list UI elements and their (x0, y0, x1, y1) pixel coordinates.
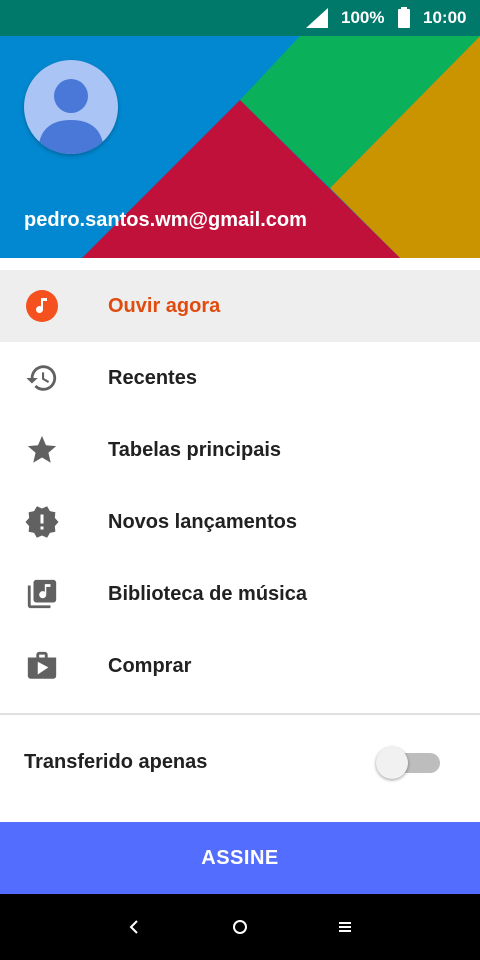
person-icon (38, 79, 104, 154)
menu-item-label: Recentes (108, 366, 197, 389)
menu-item-label: Novos lançamentos (108, 510, 297, 533)
star-icon (24, 432, 60, 468)
shop-icon (24, 648, 60, 684)
menu-item-label: Comprar (108, 654, 192, 677)
downloaded-only-row[interactable]: Transferido apenas (0, 727, 480, 799)
back-icon[interactable] (119, 912, 149, 942)
home-icon[interactable] (225, 912, 255, 942)
navigation-bar (0, 894, 480, 960)
downloaded-only-label: Transferido apenas (24, 751, 208, 773)
divider (0, 713, 480, 715)
clock: 10:00 (423, 8, 467, 27)
battery-icon (398, 7, 410, 28)
status-bar: 100% 10:00 (0, 0, 480, 36)
menu-item-label: Ouvir agora (108, 294, 221, 317)
subscribe-button[interactable]: ASSINE (0, 822, 480, 894)
signal-icon (306, 8, 328, 28)
library-music-icon (24, 576, 60, 612)
menu-item-recents[interactable]: Recentes (0, 342, 480, 414)
menu-item-label: Tabelas principais (108, 438, 282, 461)
drawer-header: pedro.santos.wm@gmail.com (0, 0, 480, 258)
menu-item-listen-now[interactable]: Ouvir agora (0, 270, 480, 342)
music-note-icon (24, 288, 60, 324)
menu-item-top-charts[interactable]: Tabelas principais (0, 414, 480, 486)
history-icon (24, 360, 60, 396)
switch-thumb (376, 747, 408, 779)
menu-item-label: Biblioteca de música (108, 582, 307, 605)
menu-item-new-releases[interactable]: Novos lançamentos (0, 486, 480, 558)
recents-icon[interactable] (330, 912, 360, 942)
menu-item-shop[interactable]: Comprar (0, 630, 480, 702)
battery-percent: 100% (341, 8, 385, 27)
menu-item-music-library[interactable]: Biblioteca de música (0, 558, 480, 630)
nav-menu: Ouvir agora Recentes Tabelas principais … (0, 270, 480, 702)
downloaded-only-switch[interactable] (376, 747, 442, 779)
new-releases-icon (24, 504, 60, 540)
account-email[interactable]: pedro.santos.wm@gmail.com (24, 209, 307, 232)
avatar[interactable] (24, 60, 118, 154)
